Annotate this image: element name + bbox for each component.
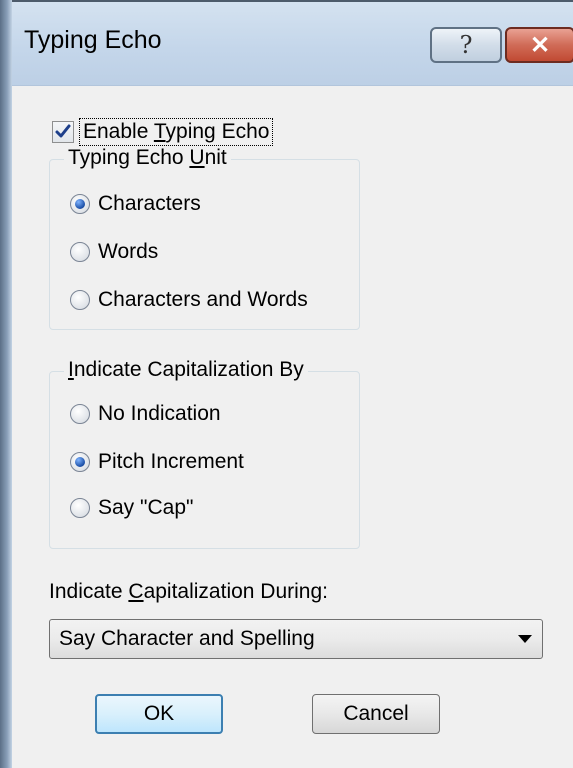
capitalization-during-dropdown[interactable]: Say Character and Spelling bbox=[49, 619, 543, 659]
close-button[interactable]: ✕ bbox=[505, 27, 573, 63]
radio-words[interactable]: Words bbox=[70, 238, 158, 266]
checkmark-icon bbox=[55, 124, 71, 138]
window-title: Typing Echo bbox=[24, 26, 162, 54]
radio-label: Pitch Increment bbox=[98, 450, 244, 473]
indicate-capitalization-by-group: Indicate Capitalization By No Indication… bbox=[49, 358, 360, 549]
title-bar[interactable]: Typing Echo ? ✕ bbox=[12, 0, 573, 88]
radio-characters[interactable]: Characters bbox=[70, 190, 201, 218]
radio-button[interactable] bbox=[70, 290, 90, 310]
cancel-button[interactable]: Cancel bbox=[312, 694, 440, 734]
radio-button[interactable] bbox=[70, 404, 90, 424]
dropdown-arrow-icon[interactable] bbox=[518, 635, 532, 643]
checkbox-label: Enable Typing Echo bbox=[79, 118, 274, 146]
radio-say-cap[interactable]: Say "Cap" bbox=[70, 494, 193, 522]
checkbox-box[interactable] bbox=[52, 121, 74, 143]
radio-label: No Indication bbox=[98, 402, 221, 425]
typing-echo-unit-group: Typing Echo Unit Characters Words Charac… bbox=[49, 146, 360, 330]
radio-label: Words bbox=[98, 240, 159, 263]
enable-typing-echo-checkbox[interactable]: Enable Typing Echo bbox=[52, 117, 274, 147]
close-icon: ✕ bbox=[529, 31, 551, 59]
radio-characters-and-words[interactable]: Characters and Words bbox=[70, 286, 308, 314]
capitalization-during-label: Indicate Capitalization During: bbox=[49, 580, 328, 603]
radio-label: Say "Cap" bbox=[98, 496, 194, 519]
radio-button[interactable] bbox=[70, 242, 90, 262]
window-frame-left bbox=[0, 0, 12, 768]
radio-button-selected[interactable] bbox=[70, 452, 90, 472]
ok-button[interactable]: OK bbox=[95, 694, 223, 734]
radio-button-selected[interactable] bbox=[70, 194, 90, 214]
dialog-body: Enable Typing Echo Typing Echo Unit Char… bbox=[12, 86, 573, 768]
radio-label: Characters bbox=[98, 192, 201, 215]
radio-pitch-increment[interactable]: Pitch Increment bbox=[70, 448, 244, 476]
radio-no-indication[interactable]: No Indication bbox=[70, 400, 221, 428]
group-legend: Typing Echo Unit bbox=[64, 146, 231, 170]
radio-label: Characters and Words bbox=[98, 288, 308, 311]
radio-button[interactable] bbox=[70, 498, 90, 518]
radio-dot-icon bbox=[75, 199, 85, 209]
help-icon: ? bbox=[459, 31, 473, 59]
group-legend: Indicate Capitalization By bbox=[64, 358, 308, 382]
radio-dot-icon bbox=[75, 457, 85, 467]
dropdown-selected-value: Say Character and Spelling bbox=[59, 627, 315, 650]
help-button[interactable]: ? bbox=[430, 27, 502, 63]
